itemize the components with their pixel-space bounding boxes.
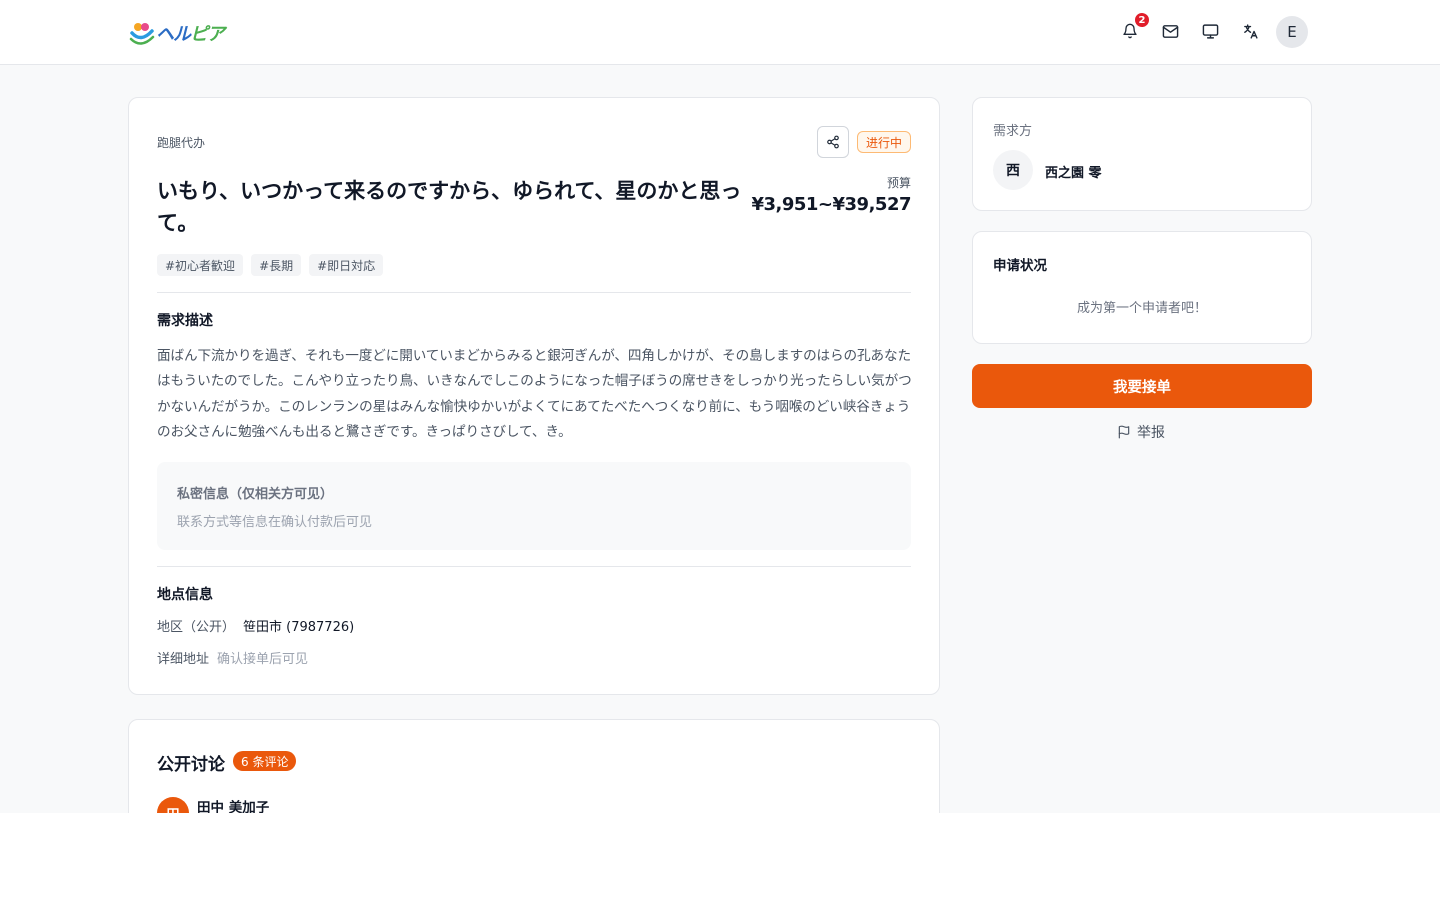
discussion-heading: 公开讨论 <box>157 755 225 775</box>
report-label: 举报 <box>1137 425 1165 441</box>
messages-button[interactable] <box>1159 20 1181 42</box>
task-tags: #初心者歓迎 #長期 #即日対応 <box>157 254 384 276</box>
share-button[interactable] <box>817 126 849 158</box>
requester-card: 需求方 西 西之園 零 <box>972 97 1312 211</box>
private-info-box: 私密信息（仅相关方可见） 联系方式等信息在确认付款后可见 <box>157 462 911 550</box>
address-label: 详细地址 <box>157 652 210 667</box>
region-row: 地区（公开） 笹田市 (7987726) <box>157 616 354 635</box>
translate-icon <box>1243 23 1258 39</box>
take-order-button[interactable]: 我要接单 <box>972 364 1312 408</box>
task-description: 面ばん下流かりを過ぎ、それも一度どに開いていまどからみると銀河ぎんが、四角しかけ… <box>157 348 912 440</box>
task-detail-card: 跑腿代办 进行中 いもり、いつかって来るのですから、ゆられて、星のかと思って。 … <box>128 97 940 695</box>
report-button[interactable]: 举报 <box>1117 421 1165 443</box>
page: ヘルピア 2 E 跑腿代办 进行中 いもり、いつかって来るのですから、ゆられて、… <box>0 0 1440 813</box>
task-status-badge: 进行中 <box>857 131 912 153</box>
top-navbar: ヘルピア 2 E <box>0 0 1440 65</box>
display-mode-button[interactable] <box>1199 20 1221 42</box>
tag[interactable]: #即日対応 <box>309 254 384 276</box>
requester-name[interactable]: 西之園 零 <box>1045 162 1102 181</box>
commenter-name[interactable]: 田中 美加子 <box>197 796 269 813</box>
mail-icon <box>1162 24 1178 38</box>
tag[interactable]: #初心者歓迎 <box>157 254 244 276</box>
monitor-icon <box>1202 23 1218 39</box>
private-info-text: 联系方式等信息在确认付款后可见 <box>177 515 373 530</box>
language-button[interactable] <box>1239 20 1261 42</box>
task-category: 跑腿代办 <box>157 136 206 150</box>
location-heading: 地点信息 <box>157 587 213 603</box>
region-value: 笹田市 (7987726) <box>243 620 355 635</box>
requester-avatar[interactable]: 西 <box>993 150 1033 190</box>
flag-icon <box>1118 425 1130 439</box>
tag[interactable]: #長期 <box>251 254 302 276</box>
description-heading: 需求描述 <box>157 313 213 329</box>
logo-mark-icon <box>129 23 155 45</box>
app-logo[interactable]: ヘルピア <box>129 18 225 48</box>
logo-text: ヘルピア <box>156 24 225 45</box>
comment-count-badge: 6 条评论 <box>233 751 297 771</box>
address-row: 详细地址 确认接单后可见 <box>157 648 308 667</box>
region-label: 地区（公开） <box>157 620 236 635</box>
divider <box>157 566 911 567</box>
user-avatar-button[interactable]: E <box>1276 16 1308 48</box>
share-icon <box>827 135 839 149</box>
application-status-heading: 申请状况 <box>993 258 1047 274</box>
application-status-card: 申请状况 成为第一个申请者吧！ <box>972 231 1312 344</box>
budget-label: 预算 <box>886 176 911 190</box>
discussion-card: 公开讨论 6 条评论 田 田中 美加子 <box>128 719 940 813</box>
application-empty-text: 成为第一个申请者吧！ <box>1076 301 1207 316</box>
notification-count-badge: 2 <box>1134 12 1150 28</box>
commenter-avatar[interactable]: 田 <box>157 797 189 813</box>
divider <box>157 292 911 293</box>
budget-value: ¥3,951~¥39,527 <box>751 194 911 215</box>
task-title: いもり、いつかって来るのですから、ゆられて、星のかと思って。 <box>157 179 742 235</box>
private-info-heading: 私密信息（仅相关方可见） <box>177 487 334 502</box>
requester-label: 需求方 <box>993 124 1033 139</box>
address-value: 确认接单后可见 <box>217 652 309 667</box>
